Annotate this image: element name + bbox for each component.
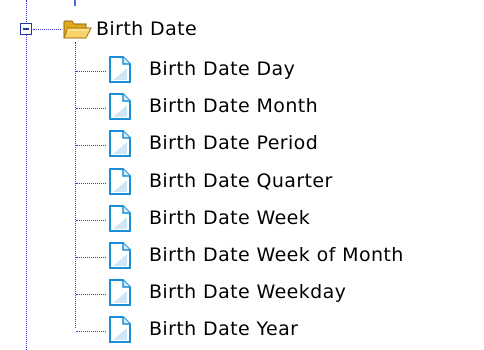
document-icon	[108, 130, 132, 157]
tree-item-label: Birth Date Year	[149, 318, 299, 340]
tree-item[interactable]: Birth Date Quarter	[108, 167, 484, 195]
tree-item-label: Birth Date Weekday	[149, 281, 347, 303]
tree-connector-leaf	[76, 71, 106, 72]
tree-connector-leaf	[76, 108, 106, 109]
document-icon	[108, 56, 132, 83]
collapse-toggle-button[interactable]	[20, 23, 32, 35]
tree-connector-folder	[33, 29, 61, 30]
tree-item[interactable]: Birth Date Weekday	[108, 278, 484, 306]
document-icon	[108, 316, 132, 343]
tree-connector-children	[75, 42, 76, 328]
document-icon	[108, 242, 132, 269]
tree-item[interactable]: Birth Date Day	[108, 55, 484, 83]
folder-label[interactable]: Birth Date	[96, 16, 197, 42]
tree-item[interactable]: Birth Date Week	[108, 204, 484, 232]
document-icon	[108, 205, 132, 232]
document-icon	[108, 93, 132, 120]
tree-item[interactable]: Birth Date Week of Month	[108, 241, 484, 269]
tree-item[interactable]: Birth Date Period	[108, 129, 484, 157]
tree-item-label: Birth Date Quarter	[149, 170, 333, 192]
minus-icon	[23, 28, 29, 30]
tree-connector-top-stub	[74, 0, 76, 6]
tree-connector-leaf	[76, 294, 106, 295]
tree-item-label: Birth Date Week	[149, 207, 311, 229]
tree-item-label: Birth Date Period	[149, 132, 319, 154]
tree-item-label: Birth Date Week of Month	[149, 244, 404, 266]
tree-connector-leaf	[76, 220, 106, 221]
tree-connector-leaf	[76, 183, 106, 184]
tree-connector-parent	[26, 0, 27, 350]
folder-open-icon	[62, 16, 92, 42]
tree-item[interactable]: Birth Date Year	[108, 315, 484, 343]
tree-connector-leaf	[76, 257, 106, 258]
tree-view: Birth Date Birth Date Day Birth Date Mont…	[0, 0, 484, 350]
tree-item[interactable]: Birth Date Month	[108, 92, 484, 120]
document-icon	[108, 279, 132, 306]
tree-connector-leaf	[76, 145, 106, 146]
document-icon	[108, 168, 132, 195]
tree-item-label: Birth Date Day	[149, 58, 296, 80]
tree-connector-leaf	[76, 331, 106, 332]
tree-item-label: Birth Date Month	[149, 95, 319, 117]
